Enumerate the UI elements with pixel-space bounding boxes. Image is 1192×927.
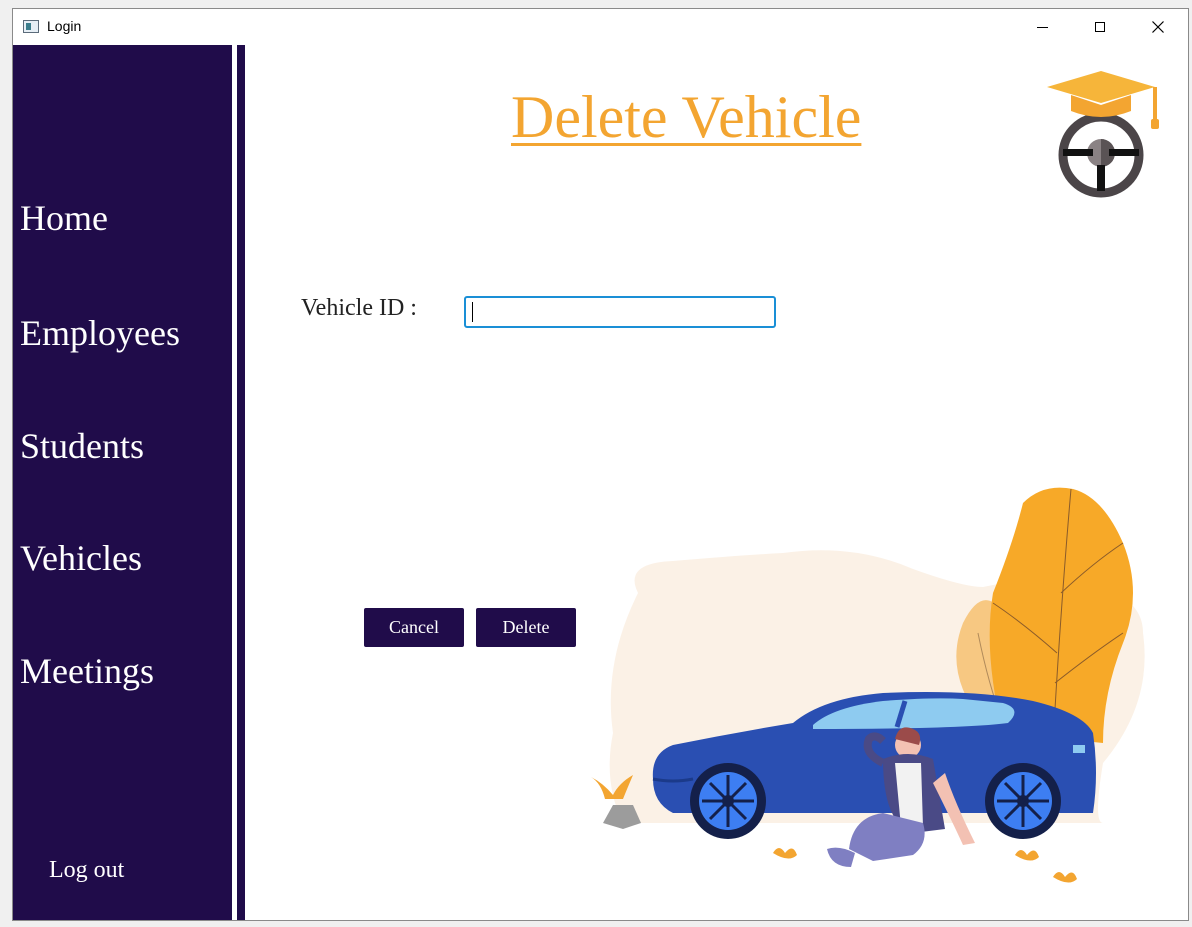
- vehicle-id-input[interactable]: [464, 296, 776, 328]
- sidebar-item-home[interactable]: Home: [20, 197, 108, 239]
- close-button[interactable]: [1129, 9, 1187, 45]
- steering-wheel-graduation-cap-icon: [1047, 71, 1159, 198]
- page-title: Delete Vehicle: [511, 84, 862, 150]
- maximize-icon: [1095, 22, 1105, 32]
- delete-button[interactable]: Delete: [476, 608, 576, 647]
- window-title: Login: [47, 18, 82, 34]
- text-caret: [472, 302, 473, 322]
- maximize-button[interactable]: [1071, 9, 1129, 45]
- logout-link[interactable]: Log out: [49, 857, 124, 884]
- sidebar-item-students[interactable]: Students: [20, 425, 144, 467]
- sidebar: Home Employees Students Vehicles Meeting…: [13, 45, 232, 920]
- title-bar: Login: [13, 9, 1188, 45]
- app-window: Login Home Employees Students Vehicles M…: [12, 8, 1189, 921]
- sidebar-divider: [237, 45, 245, 920]
- sidebar-item-employees[interactable]: Employees: [20, 312, 180, 354]
- minimize-icon: [1036, 26, 1048, 28]
- cancel-button[interactable]: Cancel: [364, 608, 464, 647]
- sidebar-item-vehicles[interactable]: Vehicles: [20, 537, 142, 579]
- sidebar-item-meetings[interactable]: Meetings: [20, 650, 154, 692]
- close-icon: [1152, 21, 1164, 33]
- minimize-button[interactable]: [1013, 9, 1071, 45]
- app-window-icon: [23, 20, 39, 33]
- car-illustration: [591, 487, 1145, 883]
- vehicle-id-label: Vehicle ID :: [301, 295, 417, 321]
